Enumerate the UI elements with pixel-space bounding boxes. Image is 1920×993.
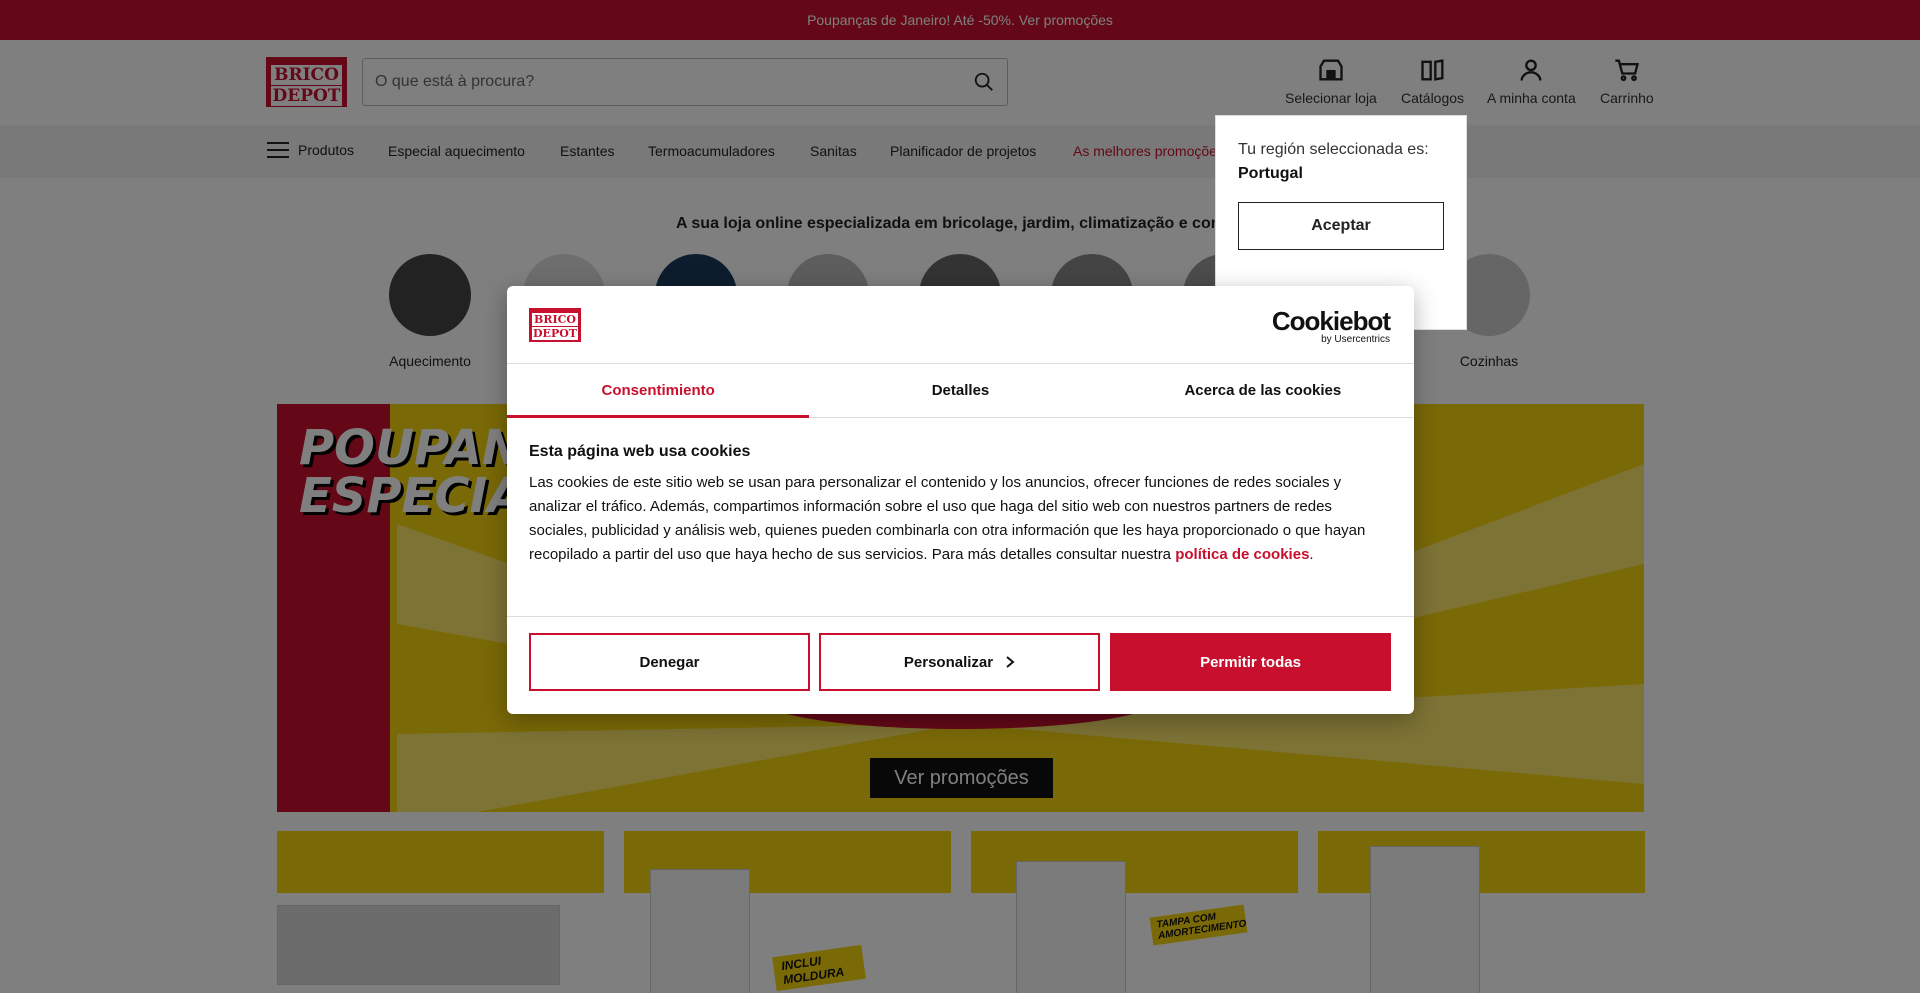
region-accept-button[interactable]: Aceptar [1238,202,1444,250]
region-popup-text: Tu región seleccionada es: [1238,141,1429,158]
cookiebot-brand: Cookiebot [1271,306,1391,336]
tab-about-cookies[interactable]: Acerca de las cookies [1112,364,1414,417]
deny-label: Denegar [639,653,700,671]
region-popup-value: Portugal [1238,165,1303,182]
cookie-policy-link[interactable]: política de cookies [1175,546,1309,563]
logo-top-text: BRICO [532,313,578,326]
chevron-right-icon [1006,656,1015,668]
customize-button[interactable]: Personalizar [819,633,1100,691]
cookie-body: Esta página web usa cookies Las cookies … [529,443,1394,567]
cookie-actions: Denegar Personalizar Permitir todas [507,616,1414,714]
customize-label: Personalizar [903,653,994,671]
tab-details[interactable]: Detalles [809,364,1111,417]
deny-button[interactable]: Denegar [529,633,810,691]
cookie-heading: Esta página web usa cookies [529,443,751,460]
allow-all-button[interactable]: Permitir todas [1110,633,1391,691]
allow-all-label: Permitir todas [1200,653,1301,671]
tab-consent[interactable]: Consentimiento [507,364,810,418]
logo-bottom-text: DEPOT [532,327,578,340]
cookie-consent-dialog: BRICO DEPOT Cookiebot by Usercentrics Co… [507,286,1414,714]
brico-depot-logo: BRICO DEPOT [529,308,581,342]
cookie-tabs: Consentimiento Detalles Acerca de las co… [507,363,1414,418]
cookiebot-logo[interactable]: Cookiebot by Usercentrics [1271,306,1391,345]
cookie-description-end: . [1309,546,1314,563]
cookie-description: Las cookies de este sitio web se usan pa… [529,471,1394,567]
